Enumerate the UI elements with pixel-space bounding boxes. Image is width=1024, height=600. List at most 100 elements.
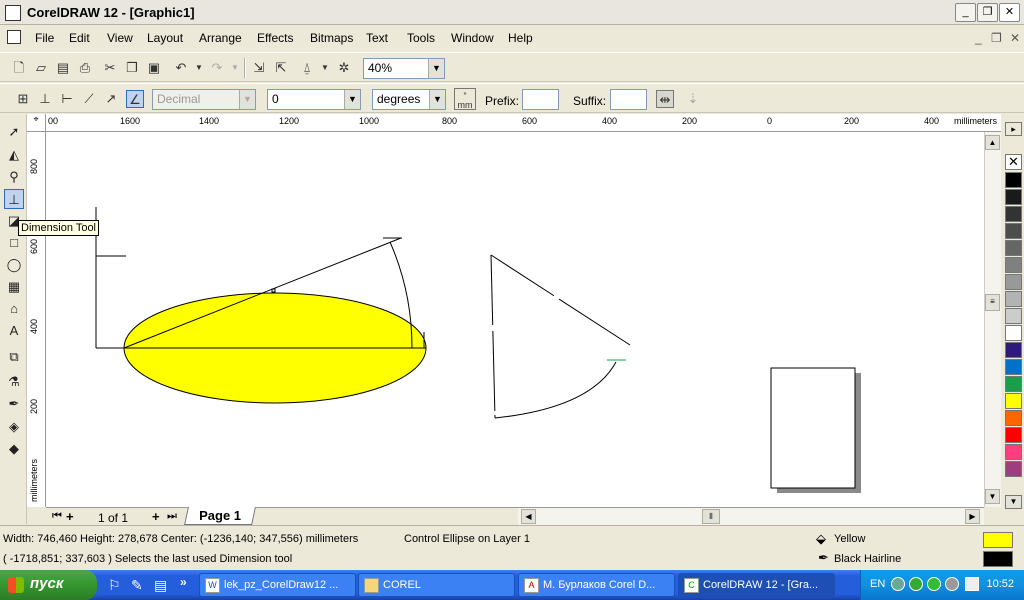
- tray-app-icon[interactable]: [891, 577, 905, 591]
- menu-layout[interactable]: Layout: [147, 31, 183, 45]
- show-units-button[interactable]: ” mm: [454, 88, 476, 110]
- fill-color-box[interactable]: [983, 532, 1013, 548]
- color-swatch[interactable]: [1005, 274, 1022, 290]
- vertical-dimension-icon[interactable]: ⊥: [36, 90, 54, 108]
- first-page-icon[interactable]: ⏮: [52, 510, 62, 523]
- dynamic-dimensioning-icon[interactable]: ⇹: [656, 90, 674, 108]
- graph-paper-tool-icon[interactable]: ▦: [4, 277, 24, 297]
- horizontal-scrollbar[interactable]: ◀ ⦀ ▶: [518, 507, 984, 525]
- menu-arrange[interactable]: Arrange: [199, 31, 242, 45]
- scroll-down-icon[interactable]: ▼: [985, 489, 1000, 504]
- new-icon[interactable]: 🗋: [10, 59, 28, 77]
- corel-online-icon[interactable]: ✲: [335, 59, 353, 77]
- precision-combo[interactable]: 0 ▼: [267, 89, 361, 110]
- chevron-down-icon[interactable]: ▼: [429, 90, 445, 109]
- menu-effects[interactable]: Effects: [257, 31, 293, 45]
- color-swatch[interactable]: [1005, 291, 1022, 307]
- vertical-ruler[interactable]: 800 600 400 200 millimeters: [27, 132, 46, 507]
- color-swatch[interactable]: [1005, 461, 1022, 477]
- prefix-input[interactable]: [522, 89, 559, 110]
- slanted-dimension-icon[interactable]: ⟋: [80, 90, 98, 108]
- eyedropper-tool-icon[interactable]: ⚗: [4, 372, 24, 392]
- undo-dropdown-icon[interactable]: ▼: [190, 59, 208, 77]
- color-swatch[interactable]: [1005, 257, 1022, 273]
- tray-utility-icon[interactable]: [945, 577, 959, 591]
- paste-icon[interactable]: ▣: [145, 59, 163, 77]
- scroll-up-icon[interactable]: ▲: [985, 135, 1000, 150]
- copy-icon[interactable]: ❐: [123, 59, 141, 77]
- text-position-icon[interactable]: ⇣: [684, 90, 702, 108]
- task-pdf[interactable]: A М. Бурлаков Corel D...: [518, 573, 675, 597]
- task-word[interactable]: W lek_pz_CorelDraw12 ...: [199, 573, 356, 597]
- dimension-tool-icon[interactable]: ⊥: [4, 189, 24, 209]
- app-icon[interactable]: [5, 5, 21, 21]
- color-swatch[interactable]: [1005, 444, 1022, 460]
- suffix-input[interactable]: [610, 89, 647, 110]
- add-page-after-icon[interactable]: +: [152, 509, 160, 524]
- restore-button[interactable]: ❐: [977, 3, 998, 22]
- drawing-canvas[interactable]: [46, 132, 984, 507]
- redo-dropdown-icon[interactable]: ▼: [226, 59, 244, 77]
- color-swatch[interactable]: [1005, 206, 1022, 222]
- interactive-fill-tool-icon[interactable]: ◆: [4, 439, 24, 459]
- menu-view[interactable]: View: [107, 31, 133, 45]
- doc-minimize-button[interactable]: _: [975, 31, 982, 45]
- rectangle-tool-icon[interactable]: □: [4, 233, 24, 253]
- task-coreldraw[interactable]: C CorelDRAW 12 - [Gra...: [678, 573, 835, 597]
- horizontal-dimension-icon[interactable]: ⊢: [58, 90, 76, 108]
- save-quicklaunch-icon[interactable]: ▤: [154, 577, 167, 594]
- menu-edit[interactable]: Edit: [69, 31, 90, 45]
- text-tool-icon[interactable]: A: [4, 321, 24, 341]
- color-swatch[interactable]: [1005, 189, 1022, 205]
- import-icon[interactable]: ⇲: [250, 59, 268, 77]
- dimension-style-combo[interactable]: Decimal ▼: [152, 89, 256, 110]
- redo-icon[interactable]: ↷: [208, 59, 226, 77]
- doc-close-button[interactable]: ✕: [1010, 31, 1020, 45]
- color-swatch[interactable]: [1005, 376, 1022, 392]
- no-color-swatch[interactable]: ✕: [1005, 154, 1022, 170]
- menu-window[interactable]: Window: [451, 31, 494, 45]
- color-swatch[interactable]: [1005, 359, 1022, 375]
- color-swatch[interactable]: [1005, 172, 1022, 188]
- color-swatch[interactable]: [1005, 410, 1022, 426]
- color-swatch[interactable]: [1005, 240, 1022, 256]
- export-icon[interactable]: ⇱: [272, 59, 290, 77]
- tray-network-icon[interactable]: [909, 577, 923, 591]
- minimize-button[interactable]: _: [955, 3, 976, 22]
- menu-tools[interactable]: Tools: [407, 31, 435, 45]
- document-icon[interactable]: [7, 30, 21, 44]
- horizontal-ruler[interactable]: 00 1600 1400 1200 1000 800 600 400 200 0…: [46, 114, 1001, 132]
- vertical-scrollbar[interactable]: ▲ ≡ ▼: [984, 132, 1001, 507]
- acrobat-quicklaunch-icon[interactable]: ⚐: [108, 577, 121, 594]
- color-swatch[interactable]: [1005, 427, 1022, 443]
- ellipse-tool-icon[interactable]: ◯: [4, 255, 24, 275]
- chevron-down-icon[interactable]: ▼: [428, 59, 444, 78]
- color-swatch[interactable]: [1005, 325, 1022, 341]
- color-swatch[interactable]: [1005, 342, 1022, 358]
- language-indicator[interactable]: EN: [870, 578, 885, 590]
- auto-dimension-icon[interactable]: ⊞: [14, 90, 32, 108]
- callout-icon[interactable]: ↗: [102, 90, 120, 108]
- close-button[interactable]: ✕: [999, 3, 1020, 22]
- pick-tool-icon[interactable]: ➚: [4, 122, 24, 142]
- fill-tool-icon[interactable]: ◈: [4, 417, 24, 437]
- zoom-tool-icon[interactable]: ⚲: [4, 167, 24, 187]
- menu-help[interactable]: Help: [508, 31, 533, 45]
- menu-bitmaps[interactable]: Bitmaps: [310, 31, 353, 45]
- more-quicklaunch-icon[interactable]: »: [180, 575, 187, 589]
- color-swatch[interactable]: [1005, 308, 1022, 324]
- chevron-down-icon[interactable]: ▼: [239, 90, 255, 109]
- launcher-dropdown-icon[interactable]: ▼: [316, 59, 334, 77]
- chevron-down-icon[interactable]: ▼: [344, 90, 360, 109]
- color-swatch[interactable]: [1005, 223, 1022, 239]
- palette-menu-icon[interactable]: ▸: [1005, 122, 1022, 136]
- menu-text[interactable]: Text: [366, 31, 388, 45]
- angular-dimension-icon[interactable]: ∠: [126, 90, 144, 108]
- ruler-origin[interactable]: ⌖: [27, 114, 46, 132]
- last-page-icon[interactable]: ⏭: [167, 510, 177, 523]
- color-swatch[interactable]: [1005, 393, 1022, 409]
- outline-color-box[interactable]: [983, 551, 1013, 567]
- save-icon[interactable]: ▤: [54, 59, 72, 77]
- add-page-before-icon[interactable]: +: [66, 509, 74, 524]
- page-tab[interactable]: Page 1: [184, 507, 256, 525]
